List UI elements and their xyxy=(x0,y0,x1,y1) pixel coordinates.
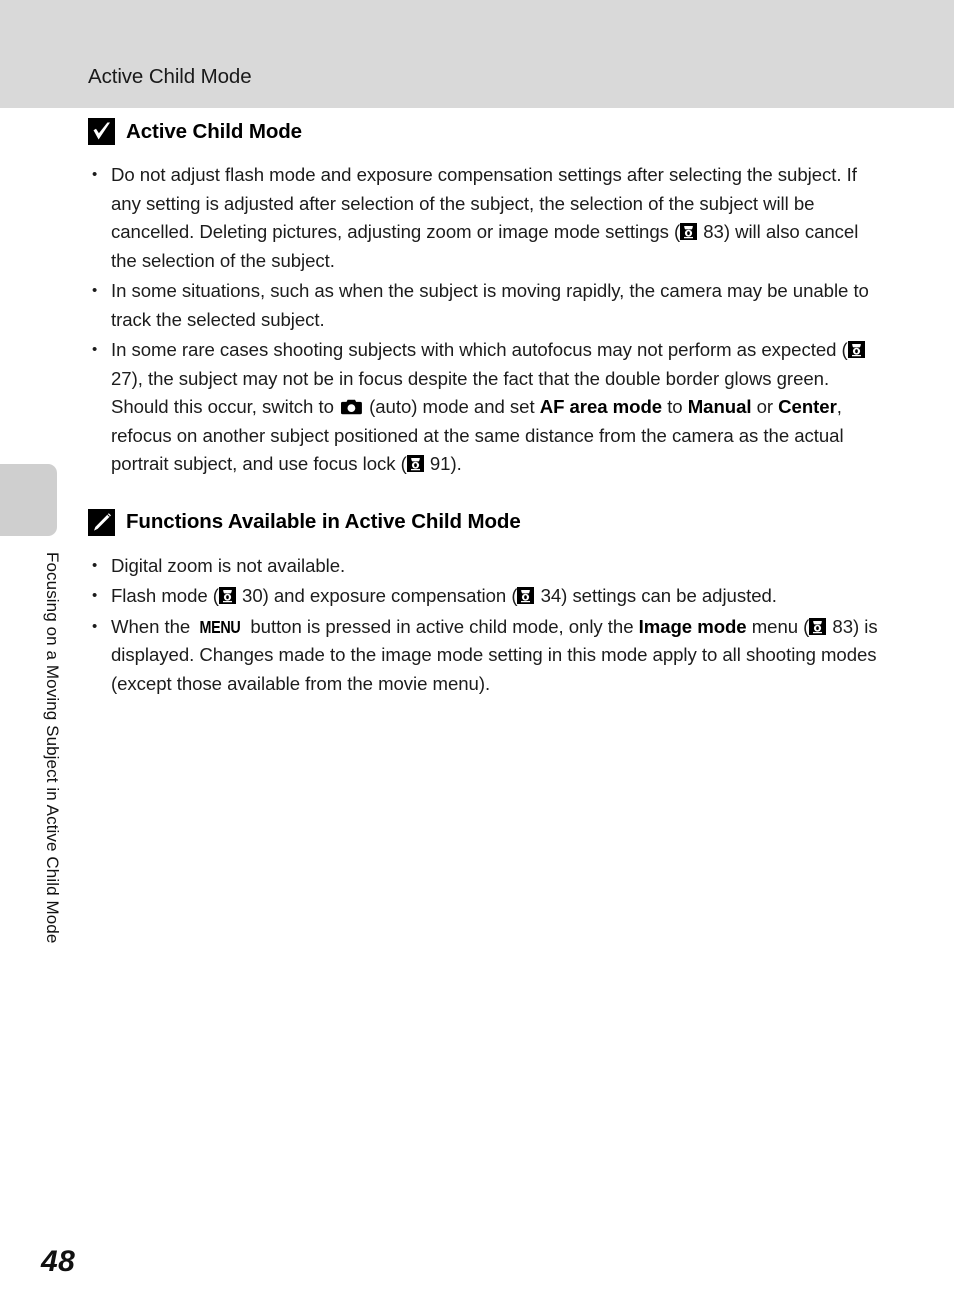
page-ref-icon xyxy=(517,587,535,604)
text-run: Digital zoom is not available. xyxy=(111,554,346,576)
page-ref-icon xyxy=(406,455,424,472)
bold-term: Manual xyxy=(687,396,752,417)
text-run: 34) settings can be adjusted. xyxy=(535,585,777,606)
bold-term: Center xyxy=(778,396,837,417)
bullet-item: Flash mode ( 30) and exposure compensati… xyxy=(88,582,878,611)
text-run: button is pressed in active child mode, … xyxy=(245,615,639,637)
bullet-item: Do not adjust flash mode and exposure co… xyxy=(88,161,878,275)
checkmark-box-icon xyxy=(88,118,115,145)
page-header-band xyxy=(0,0,954,108)
bullet-list: Do not adjust flash mode and exposure co… xyxy=(88,161,878,479)
page-header-title: Active Child Mode xyxy=(88,65,252,88)
chapter-tab-marker xyxy=(0,464,57,536)
camera-auto-mode-icon xyxy=(341,399,362,415)
text-run: Flash mode ( xyxy=(111,585,219,606)
bullet-item: When the MENU button is pressed in activ… xyxy=(88,613,878,699)
text-run: menu ( xyxy=(746,615,810,637)
text-run: (auto) mode and set xyxy=(364,396,540,417)
bullet-item: In some situations, such as when the sub… xyxy=(88,277,878,334)
text-run: In some situations, such as when the sub… xyxy=(111,280,869,330)
page-ref-icon xyxy=(847,341,865,358)
page-ref-icon xyxy=(680,223,698,240)
page-ref-icon xyxy=(809,617,827,635)
chapter-tab-label: Focusing on a Moving Subject in Active C… xyxy=(43,552,62,944)
section-heading: Active Child Mode xyxy=(88,118,878,145)
bold-term: Image mode xyxy=(638,615,747,637)
text-run: In some rare cases shooting subjects wit… xyxy=(111,339,848,360)
section-heading: Functions Available in Active Child Mode xyxy=(88,508,878,536)
menu-button-glyph: MENU xyxy=(199,616,241,637)
page-ref-icon xyxy=(218,587,236,604)
bullet-item: In some rare cases shooting subjects wit… xyxy=(88,336,878,479)
bullet-list: Digital zoom is not available. Flash mode… xyxy=(88,552,878,699)
text-run: to xyxy=(662,396,688,417)
pencil-box-icon xyxy=(88,508,115,536)
section-heading-label: Functions Available in Active Child Mode xyxy=(126,510,521,533)
bold-term: AF area mode xyxy=(539,396,663,417)
text-run: 91). xyxy=(424,453,462,474)
text-run: When the xyxy=(111,615,196,637)
text-run: 30) and exposure compensation ( xyxy=(236,585,518,606)
section-heading-label: Active Child Mode xyxy=(126,119,302,143)
bullet-item: Digital zoom is not available. xyxy=(88,552,878,581)
page-content: Active Child Mode Do not adjust flash mod… xyxy=(88,118,878,700)
text-run: or xyxy=(751,396,779,417)
page-number: 48 xyxy=(41,1245,76,1278)
